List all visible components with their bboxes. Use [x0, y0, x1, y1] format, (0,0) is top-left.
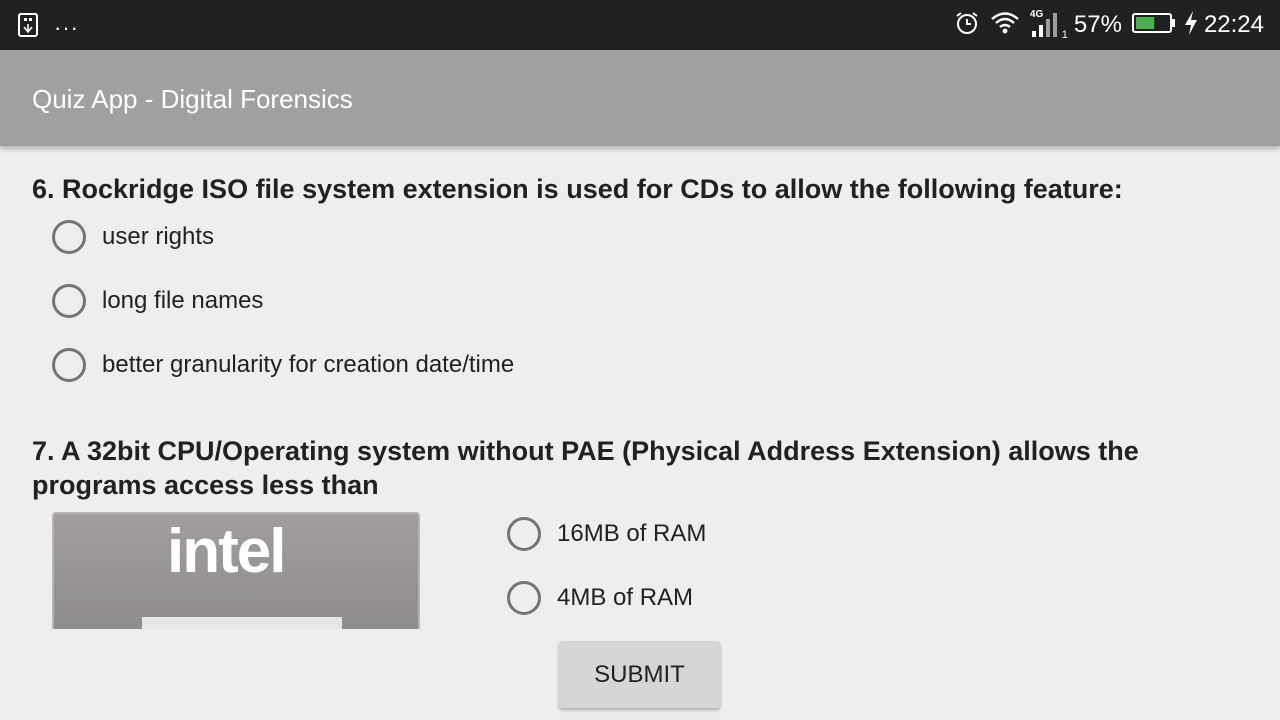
wifi-icon [990, 11, 1020, 40]
radio-button[interactable] [52, 220, 86, 254]
chip-marking [142, 617, 342, 629]
intel-chip-image: intel [52, 512, 420, 629]
option-label: better granularity for creation date/tim… [102, 351, 515, 378]
quiz-content[interactable]: 6. Rockridge ISO file system extension i… [0, 146, 1280, 629]
cellular-signal-icon: 4G 1 [1030, 9, 1068, 41]
battery-icon [1131, 12, 1176, 39]
radio-button[interactable] [52, 284, 86, 318]
question-6-option-3[interactable]: better granularity for creation date/tim… [52, 348, 514, 382]
app-bar: Quiz App - Digital Forensics [0, 50, 1280, 146]
more-notifications-icon: ··· [54, 14, 79, 40]
question-7-option-2[interactable]: 4MB of RAM [507, 581, 693, 615]
sim-index-label: 1 [1061, 29, 1068, 41]
option-label: user rights [102, 223, 215, 250]
question-7-option-1[interactable]: 16MB of RAM [507, 517, 706, 551]
question-6-text: 6. Rockridge ISO file system extension i… [32, 174, 1123, 204]
battery-percent: 57% [1073, 11, 1122, 38]
option-label: 4MB of RAM [557, 584, 694, 611]
intel-logo: intel [167, 517, 286, 586]
charging-bolt-icon [1184, 10, 1198, 40]
question-6-option-1[interactable]: user rights [52, 220, 214, 254]
option-label: long file names [102, 287, 264, 314]
alarm-icon [954, 10, 980, 41]
battery-fill [1135, 16, 1155, 29]
radio-button[interactable] [52, 348, 86, 382]
app-title: Quiz App - Digital Forensics [32, 84, 353, 114]
status-bar: ··· 4G 1 57% 22:24 [0, 0, 1280, 50]
submit-button[interactable]: SUBMIT [559, 641, 720, 708]
question-7-text: 7. A 32bit CPU/Operating system without … [32, 436, 1139, 500]
usb-icon [16, 12, 40, 43]
radio-button[interactable] [507, 517, 541, 551]
radio-button[interactable] [507, 581, 541, 615]
option-label: 16MB of RAM [557, 520, 707, 547]
clock-time: 22:24 [1203, 11, 1264, 38]
question-6-option-2[interactable]: long file names [52, 284, 263, 318]
